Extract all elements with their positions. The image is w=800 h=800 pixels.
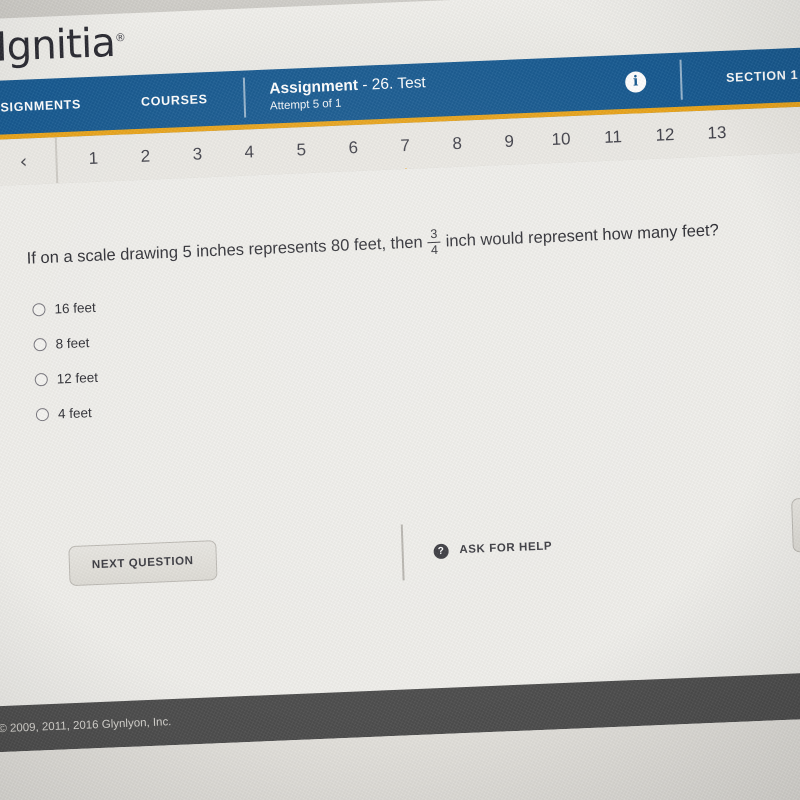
action-divider xyxy=(400,524,405,581)
pager-number-label: 13 xyxy=(707,122,727,143)
pager-number-5[interactable]: 5 xyxy=(275,139,328,161)
pager-number-label: 11 xyxy=(603,127,623,147)
pager-number-6[interactable]: 6 xyxy=(327,137,380,159)
pager-number-label: 5 xyxy=(296,140,307,160)
answer-option[interactable]: 12 feet xyxy=(34,369,99,388)
question-content-area: If on a scale drawing 5 inches represent… xyxy=(0,150,800,708)
pager-number-label: 10 xyxy=(551,129,571,150)
assignment-name: - 26. Test xyxy=(357,74,427,95)
pager-number-label: 8 xyxy=(452,133,463,154)
nav-item-courses-label: COURSES xyxy=(140,92,208,109)
next-question-label: NEXT QUESTION xyxy=(91,555,194,572)
pager-number-9[interactable]: 9 xyxy=(483,131,536,153)
ask-for-help-label: ASK FOR HELP xyxy=(459,540,553,557)
pager-number-2[interactable]: 2 xyxy=(119,146,172,168)
pager-number-12[interactable]: 12 xyxy=(639,124,692,146)
pager-prev-icon[interactable]: ‹ xyxy=(0,150,50,174)
nav-divider-left xyxy=(242,77,247,118)
ask-for-help-button[interactable]: ? ASK FOR HELP xyxy=(433,539,552,559)
copyright-text: © 2009, 2011, 2016 Glynlyon, Inc. xyxy=(0,716,172,736)
next-question-button[interactable]: NEXT QUESTION xyxy=(68,540,218,587)
assignment-info: Assignment - 26. Test Attempt 5 of 1 xyxy=(251,73,426,114)
fraction-denominator: 4 xyxy=(430,242,439,258)
action-row: NEXT QUESTION ? ASK FOR HELP xyxy=(68,518,553,594)
info-icon-glyph: i xyxy=(632,73,639,90)
pager-number-label: 2 xyxy=(140,146,151,166)
pager-number-label: 6 xyxy=(348,137,359,158)
photo-of-screen: LEARN HELP Ignitia® ASSIGNMENTS COURSES xyxy=(0,0,800,800)
nav-links: ASSIGNMENTS COURSES xyxy=(0,71,239,137)
nav-divider-right xyxy=(679,59,683,100)
pager-number-4[interactable]: 4 xyxy=(223,141,276,163)
radio-button-icon[interactable] xyxy=(34,372,48,387)
info-icon[interactable]: i xyxy=(624,70,647,93)
nav-item-assignments[interactable]: ASSIGNMENTS xyxy=(0,96,111,117)
pager-number-13[interactable]: 13 xyxy=(691,122,744,144)
pager-number-1[interactable]: 1 xyxy=(67,148,120,170)
answer-option[interactable]: 16 feet xyxy=(32,300,96,318)
ignitia-logo[interactable]: Ignitia® xyxy=(0,19,126,71)
answer-option-label: 16 feet xyxy=(54,299,96,317)
radio-button-icon[interactable] xyxy=(33,337,47,352)
answer-option[interactable]: 8 feet xyxy=(33,335,97,353)
fraction-numerator: 3 xyxy=(430,226,438,242)
answer-option-label: 12 feet xyxy=(56,369,99,387)
nav-item-courses[interactable]: COURSES xyxy=(111,91,238,110)
section-indicator: SECTION 1 OF 1 xyxy=(725,66,800,85)
answer-options-list: 16 feet 8 feet 12 feet 4 feet xyxy=(32,300,100,443)
pager-number-label: 3 xyxy=(192,144,203,164)
screen-plane: LEARN HELP Ignitia® ASSIGNMENTS COURSES xyxy=(0,0,800,800)
pager-number-label: 12 xyxy=(655,125,675,145)
question-mark-icon: ? xyxy=(433,543,449,559)
answer-option-label: 4 feet xyxy=(57,405,92,422)
radio-button-icon[interactable] xyxy=(32,302,46,317)
nav-item-assignments-label: ASSIGNMENTS xyxy=(0,97,82,116)
assignment-title: Assignment xyxy=(269,77,359,98)
answer-option-label: 8 feet xyxy=(55,335,90,352)
fraction-three-quarters: 3 4 xyxy=(427,226,441,258)
question-text-part1: If on a scale drawing 5 inches represent… xyxy=(26,233,423,268)
question-mark-glyph: ? xyxy=(437,545,445,557)
pager-number-10[interactable]: 10 xyxy=(535,129,588,151)
pager-number-label: 9 xyxy=(504,131,515,151)
pager-number-8[interactable]: 8 xyxy=(431,133,484,155)
logo-text: Ignitia xyxy=(0,19,116,71)
pager-number-7[interactable]: 7 xyxy=(379,135,432,179)
answer-option[interactable]: 4 feet xyxy=(35,405,100,423)
pager-number-11[interactable]: 11 xyxy=(587,126,640,148)
pager-number-label: 7 xyxy=(400,135,411,156)
pager-number-label: 4 xyxy=(244,142,255,162)
radio-button-icon[interactable] xyxy=(35,407,50,422)
question-text-part2: inch would represent how many feet? xyxy=(445,221,720,251)
edge-cutoff-button[interactable] xyxy=(791,496,800,553)
pager-number-label: 1 xyxy=(88,148,99,169)
question-text: If on a scale drawing 5 inches represent… xyxy=(26,212,800,273)
trademark-symbol: ® xyxy=(114,31,126,45)
pager-number-3[interactable]: 3 xyxy=(171,144,224,166)
